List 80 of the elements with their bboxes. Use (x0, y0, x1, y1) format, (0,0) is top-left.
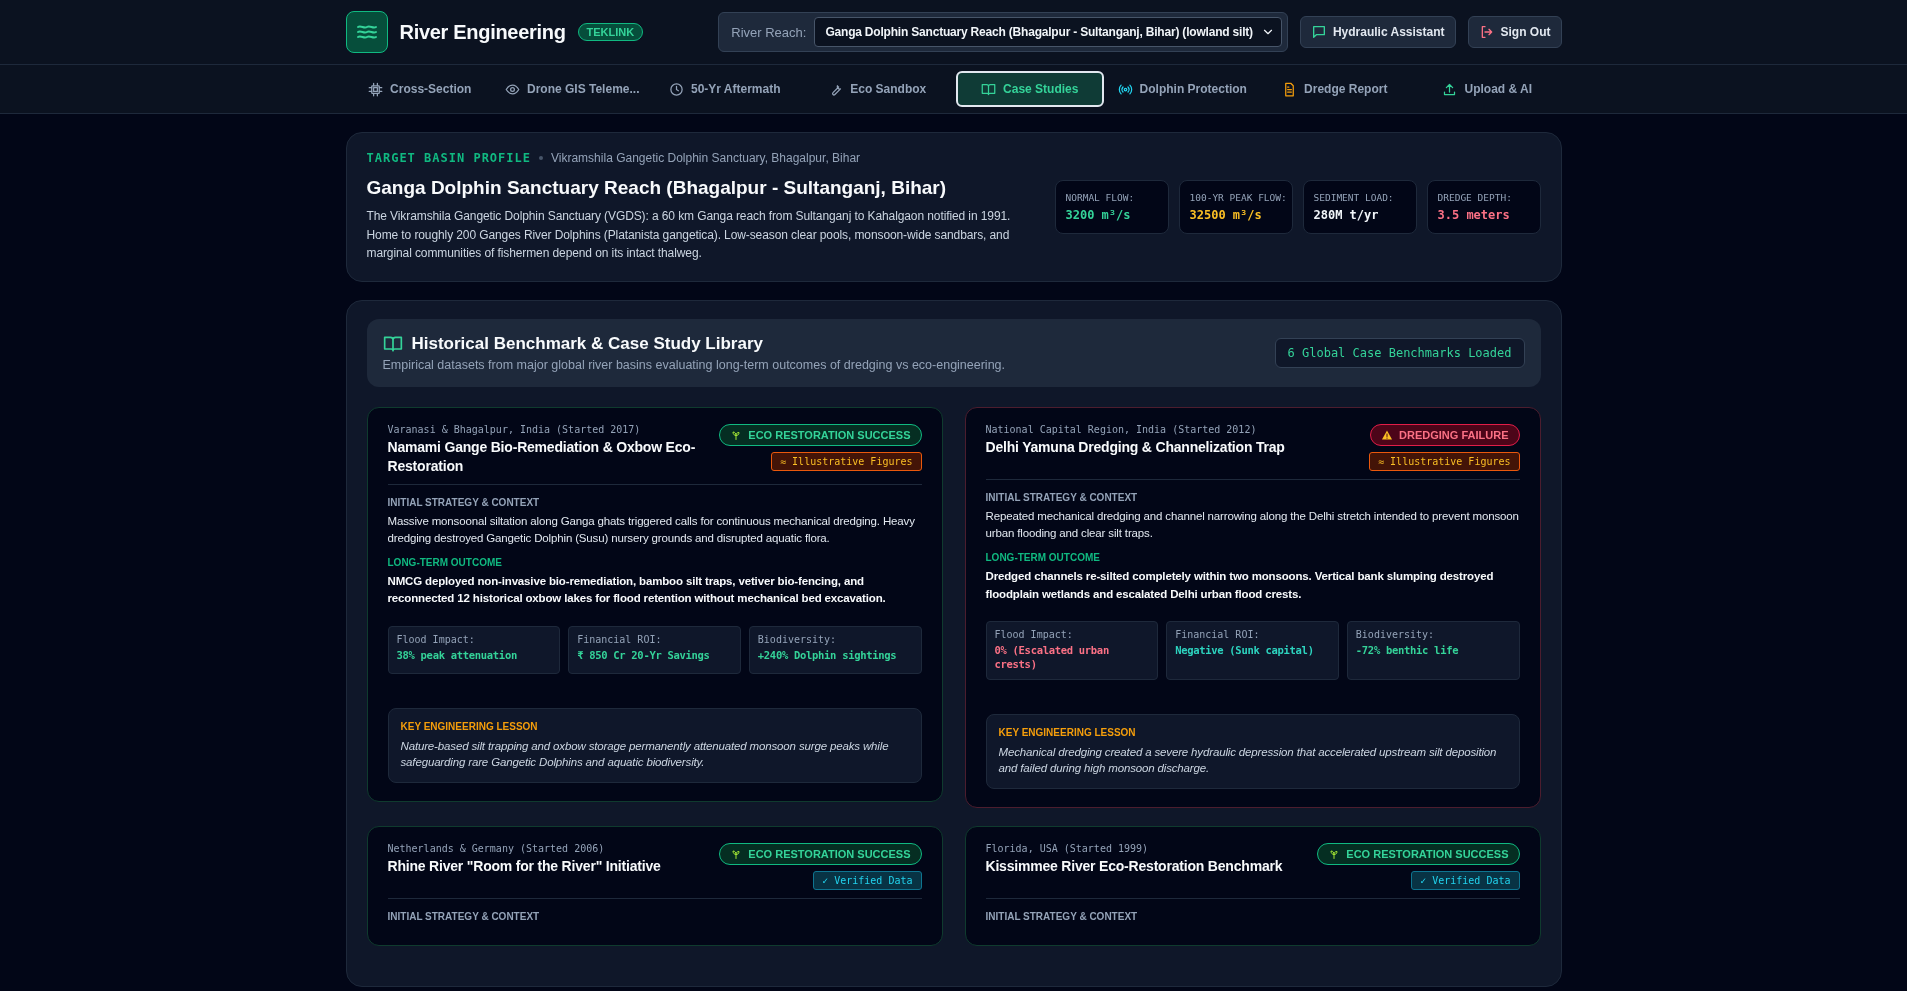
benchmarks-loaded-badge: 6 Global Case Benchmarks Loaded (1274, 337, 1525, 368)
section-label: INITIAL STRATEGY & CONTEXT (387, 911, 541, 923)
lesson-label: KEY ENGINEERING LESSON (400, 720, 539, 732)
profile-title: Ganga Dolphin Sanctuary Reach (Bhagalpur - Sultanganj, Bihar) (366, 177, 948, 199)
lesson-label: KEY ENGINEERING LESSON (998, 727, 1137, 739)
chat-icon (1310, 24, 1327, 40)
data-quality-badge: ✓ Verified Data (813, 871, 922, 891)
case-title: Delhi Yamuna Dredging & Channelization Trap (985, 437, 1286, 457)
case-title: Namami Gange Bio-Remediation & Oxbow Eco-Restoration (387, 437, 697, 476)
case-location: Florida, USA (Started 1999) (985, 843, 1150, 855)
river-reach-label: River Reach: (731, 24, 807, 40)
metric-value: +240% Dolphin sightings (757, 647, 898, 663)
river-reach-dropdown[interactable]: Ganga Dolphin Sanctuary Reach (Bhagalpur - Sultanganj, Bihar) (lowland silt) (814, 17, 1282, 47)
stat-label: SEDIMENT LOAD: (1313, 191, 1395, 203)
case-location: Netherlands & Germany (Started 2006) (387, 843, 606, 855)
hydraulic-assistant-button[interactable]: Hydraulic Assistant (1299, 16, 1456, 48)
nav-tab[interactable]: Cross-Section (345, 71, 494, 107)
metric-label: Biodiversity: (1355, 628, 1436, 640)
chip-icon (368, 81, 384, 97)
stat-value: 3.5 meters (1437, 207, 1511, 222)
status-badge: ECO RESTORATION SUCCESS (719, 423, 922, 446)
profile-location: Vikramshila Gangetic Dolphin Sanctuary, Bhagalpur, Bihar (551, 151, 861, 165)
section-label: INITIAL STRATEGY & CONTEXT (985, 491, 1139, 503)
nav-tab[interactable]: Upload & AI (1413, 71, 1562, 107)
outcome-text: Dredged channels re-silted completely within two monsoons. Vertical bank slumping destroyed floodplain wetlands and escalated Delhi urban flood crests. (985, 569, 1495, 602)
nav-tab[interactable]: Case Studies (955, 71, 1104, 107)
metric-label: Flood Impact: (994, 628, 1074, 640)
nav-tab[interactable]: 50-Yr Aftermath (650, 71, 799, 107)
stat-label: DREDGE DEPTH: (1437, 191, 1513, 203)
data-quality-badge: ✓ Verified Data (1411, 871, 1520, 891)
stat-value: 32500 m³/s (1189, 207, 1263, 222)
brand-badge: TEKLINK (577, 23, 644, 41)
strategy-text: Repeated mechanical dredging and channel narrowing along the Delhi stretch intended to prevent monsoon urban flooding and clear silt traps. (985, 508, 1520, 542)
stat-label: NORMAL FLOW: (1065, 191, 1136, 203)
status-badge: ECO RESTORATION SUCCESS (1317, 843, 1520, 866)
metric-label: Financial ROI: (1175, 628, 1261, 640)
book-icon (981, 81, 997, 97)
clock-icon (668, 81, 684, 97)
nav-tab[interactable]: Eco Sandbox (803, 71, 952, 107)
upload-icon (1442, 81, 1458, 97)
sprout-icon (730, 848, 743, 861)
app-title: River Engineering (399, 20, 566, 44)
case-title: Kissimmee River Eco-Restoration Benchmark (985, 857, 1284, 877)
lesson-text: Mechanical dredging created a severe hydraulic depression that accelerated upstream silt deposition and failed during high monsoon discharge. (998, 745, 1498, 777)
metric-value: ₹ 850 Cr 20-Yr Savings (577, 647, 711, 663)
profile-eyebrow: TARGET BASIN PROFILE (366, 151, 531, 165)
metric-label: Financial ROI: (577, 633, 663, 645)
sign-out-button[interactable]: Sign Out (1467, 16, 1562, 48)
status-badge: ECO RESTORATION SUCCESS (719, 843, 922, 866)
warning-icon (1381, 428, 1394, 441)
metric-label: Biodiversity: (757, 633, 838, 645)
outcome-text: NMCG deployed non-invasive bio-remediation, bamboo silt traps, vetiver bio-fencing, and reconnected 12 historical oxbow lakes for flood retention without mechanical bed excavation. (387, 574, 887, 607)
sprout-icon (730, 428, 743, 441)
case-title: Rhine River "Room for the River" Initiative (387, 857, 662, 877)
nav-tab[interactable]: Dolphin Protection (1108, 71, 1257, 107)
data-quality-badge: ≈ Illustrative Figures (771, 451, 922, 471)
data-quality-badge: ≈ Illustrative Figures (1369, 451, 1520, 471)
metric-value: 38% peak attenuation (396, 647, 518, 663)
nav-tab[interactable]: Drone GIS Teleme... (498, 71, 647, 107)
metric-label: Flood Impact: (396, 633, 476, 645)
sprout-icon (1328, 848, 1341, 861)
section-label: LONG-TERM OUTCOME (985, 552, 1101, 564)
library-title: Historical Benchmark & Case Study Library (411, 333, 763, 354)
library-subtitle: Empirical datasets from major global river basins evaluating long-term outcomes of dredging vs eco-engineering. (382, 357, 1007, 372)
case-location: National Capital Region, India (Started 2012) (985, 423, 1258, 435)
status-badge: DREDGING FAILURE (1370, 423, 1520, 446)
stat-value: 280M t/yr (1313, 207, 1380, 222)
metric-value: Negative (Sunk capital) (1175, 642, 1315, 658)
strategy-text: Massive monsoonal siltation along Ganga ghats triggered calls for continuous mechanical dredging. Heavy dredging destroyed Gangetic Dolphin (Susu) nursery grounds and disrupted aquatic flora. (387, 513, 916, 546)
section-label: LONG-TERM OUTCOME (387, 557, 503, 569)
metric-value: 0% (Escalated urban crests) (994, 642, 1110, 673)
eye-icon (505, 81, 520, 97)
case-location: Varanasi & Bhagalpur, India (Started 2017) (387, 423, 642, 435)
stat-value: 3200 m³/s (1065, 207, 1132, 222)
section-label: INITIAL STRATEGY & CONTEXT (387, 496, 541, 508)
lesson-text: Nature-based silt trapping and oxbow storage permanently attenuated monsoon surge peaks while safeguarding rare Gangetic Dolphins and aquatic biodiversity. (400, 738, 890, 770)
nav-tab[interactable]: Dredge Report (1260, 71, 1409, 107)
metric-value: -72% benthic life (1355, 642, 1460, 658)
section-label: INITIAL STRATEGY & CONTEXT (985, 911, 1139, 923)
profile-description: The Vikramshila Gangetic Dolphin Sanctuary (VGDS): a 60 km Ganga reach from Sultanganj to Kahalgaon notified in 1991. Home to roughly 200 Ganges River Dolphins (Platanista gangetica). Low-season clear pools, monsoon-wide sandbars, and marginal communities of fishermen depend on its intact thalweg. (366, 208, 1012, 263)
